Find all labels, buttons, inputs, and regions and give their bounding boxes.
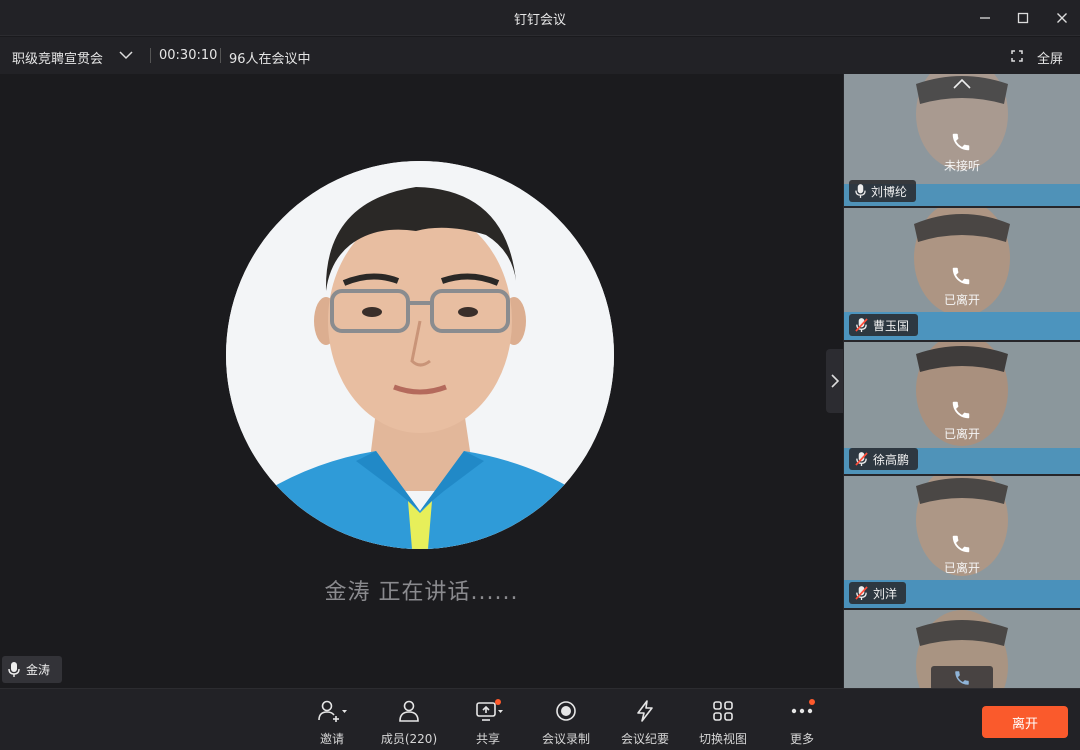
minimize-button[interactable] [975,8,995,28]
participant-name-tag: 刘博纶 [849,180,917,202]
notification-dot [809,699,815,705]
speaker-avatar [226,161,614,549]
phone-icon [955,671,969,685]
phone-icon [952,535,970,553]
participant-strip: 未接听 刘博纶 已离开 曹玉国 已离开 徐高鹏 已离开 刘洋 [843,74,1080,688]
lightning-icon [637,700,653,722]
grid-icon [713,701,733,721]
participant-status: 未接听 [943,159,980,173]
participant-status: 已离开 [943,427,980,441]
participant-tile[interactable] [844,610,1080,688]
meeting-name[interactable]: 职级竞聘宣贯会 [12,48,103,67]
participant-name: 刘洋 [873,586,898,601]
speaking-indicator: 金涛 正在讲话...... [324,580,519,605]
meeting-info-bar: 职级竞聘宣贯会 00:30:10 96人在会议中 全屏 [0,37,1080,74]
invite-label: 邀请 [319,732,344,746]
members-icon [399,700,419,722]
switch-view-label: 切换视图 [698,732,747,746]
members-label: 成员(220) [380,732,438,746]
participant-tile[interactable]: 已离开 徐高鹏 [844,342,1080,474]
microphone-muted-icon [855,451,868,466]
chevron-up-icon[interactable] [952,78,972,90]
participant-name-tag: 徐高鹏 [849,448,919,470]
close-icon [1057,13,1067,23]
speaker-name-tag: 金涛 [2,656,63,683]
minutes-label: 会议纪要 [620,732,669,746]
participant-name-tag: 刘洋 [849,582,907,604]
meeting-timer: 00:30:10 [159,48,218,63]
participant-status: 已离开 [943,293,980,307]
record-label: 会议录制 [541,732,590,746]
meeting-toolbar: 邀请 成员(220) 共享 会议录制 会议纪要 切换视图 更多 离开 [0,688,1080,750]
fullscreen-button[interactable]: 全屏 [1037,48,1063,67]
more-button[interactable]: 更多 [766,699,838,747]
divider [220,48,221,63]
close-button[interactable] [1052,8,1072,28]
phone-icon [952,133,970,151]
participant-name: 刘博纶 [871,184,908,199]
microphone-muted-icon [855,317,868,332]
record-icon [556,701,576,721]
window-title: 钉钉会议 [513,13,566,28]
collapse-strip-button[interactable] [826,349,843,413]
notification-dot [495,699,501,705]
add-person-icon [318,700,347,722]
chevron-down-icon[interactable] [118,49,134,61]
invite-button[interactable]: 邀请 [296,699,368,747]
participant-name: 曹玉国 [873,318,910,333]
chevron-right-icon [830,374,839,388]
participant-tile[interactable]: 已离开 刘洋 [844,476,1080,608]
leave-button[interactable]: 离开 [982,706,1068,738]
more-label: 更多 [789,732,814,746]
participant-tile[interactable]: 已离开 曹玉国 [844,208,1080,340]
main-stage: 金涛 正在讲话...... 金涛 [0,74,843,688]
participant-name: 徐高鹏 [873,452,910,467]
record-button[interactable]: 会议录制 [530,699,602,747]
participant-count: 96人在会议中 [229,52,311,67]
maximize-icon [1017,12,1029,24]
maximize-button[interactable] [1013,8,1033,28]
participant-name-tag [931,666,993,688]
speaker-name: 金涛 [26,663,51,677]
participant-name-tag: 曹玉国 [849,314,919,336]
participant-tile[interactable]: 未接听 刘博纶 [844,74,1080,206]
title-bar: 钉钉会议 [0,0,1080,36]
members-button[interactable]: 成员(220) [373,699,445,747]
minutes-button[interactable]: 会议纪要 [609,699,681,747]
phone-icon [952,401,970,419]
participant-status: 已离开 [943,561,980,575]
divider [150,48,151,63]
microphone-icon [8,661,20,677]
share-button[interactable]: 共享 [452,699,524,747]
share-label: 共享 [475,732,500,746]
speaker-portrait [226,161,614,549]
phone-icon [952,267,970,285]
switch-view-button[interactable]: 切换视图 [687,699,759,747]
fullscreen-icon[interactable] [1011,50,1023,62]
microphone-icon [855,183,866,198]
minimize-icon [980,17,990,19]
microphone-muted-icon [855,585,868,600]
